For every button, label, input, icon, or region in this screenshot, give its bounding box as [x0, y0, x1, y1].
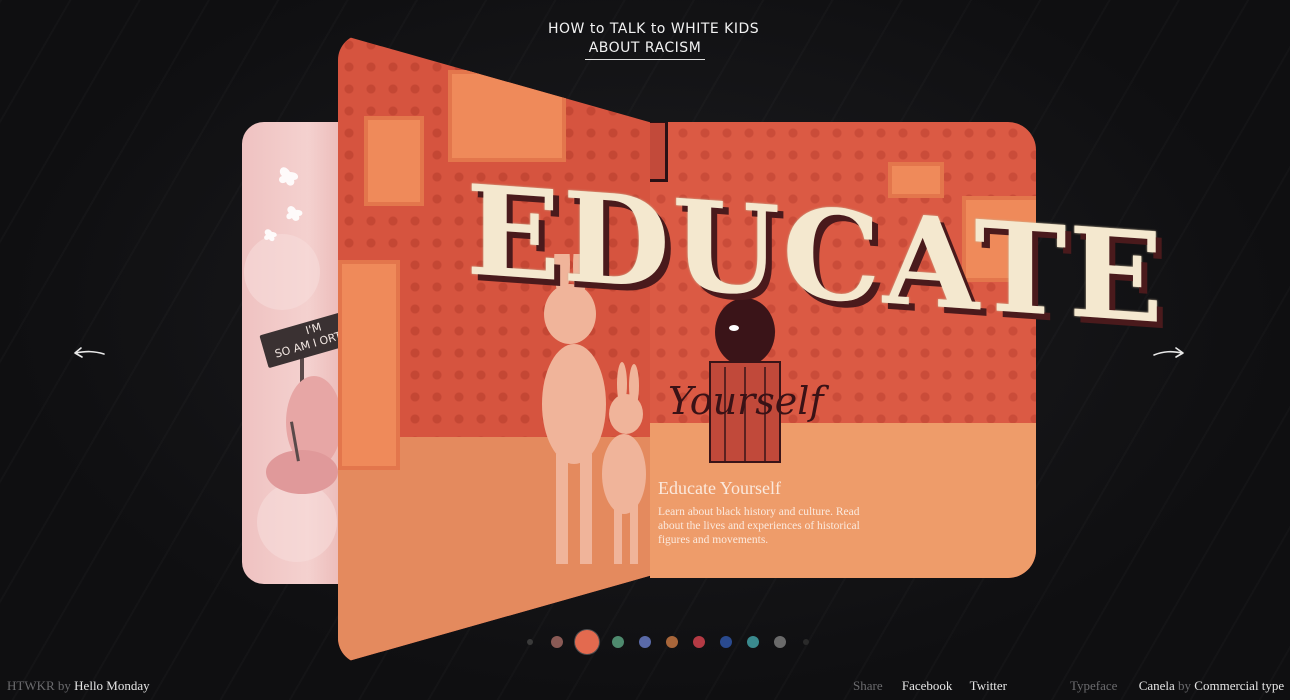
share-label: Share	[853, 678, 883, 693]
foundry-link[interactable]: Commercial type	[1194, 678, 1284, 693]
typeface-font-link[interactable]: Canela	[1139, 678, 1175, 693]
typeface-by: by	[1178, 678, 1192, 693]
page-dot[interactable]	[638, 636, 651, 648]
previous-page-button[interactable]	[72, 342, 106, 364]
wall-frame	[448, 70, 566, 162]
educate-lettering: EDUCATE	[466, 158, 1166, 353]
page-dot[interactable]	[746, 636, 759, 648]
wall-frame	[364, 116, 424, 206]
page-dot[interactable]	[773, 636, 786, 648]
left-page	[338, 34, 650, 664]
yourself-script-lettering: Yourself	[668, 379, 824, 423]
credits-by: by	[57, 678, 71, 693]
page-dot[interactable]	[665, 636, 678, 648]
spread-description: Learn about black history and culture. R…	[658, 506, 860, 546]
studio-link[interactable]: Hello Monday	[74, 678, 149, 693]
footer-credits: HTWKR by Hello Monday	[7, 678, 150, 694]
page-dot-active[interactable]	[575, 630, 599, 654]
twitter-share-link[interactable]: Twitter	[970, 678, 1007, 693]
previous-spread-page[interactable]: I'M SO AM I ORTA	[242, 122, 352, 584]
arrow-left-icon	[74, 347, 105, 358]
page-dot[interactable]	[719, 636, 732, 648]
page-dot[interactable]	[611, 636, 624, 648]
page-dots-nav	[517, 629, 819, 655]
page-dot[interactable]	[803, 639, 809, 645]
spread-title: Educate Yourself	[658, 478, 781, 498]
page-dot[interactable]	[692, 636, 705, 648]
footer-share: Share Facebook Twitter	[853, 678, 1007, 694]
site-abbreviation: HTWKR	[7, 678, 55, 693]
typeface-label: Typeface	[1070, 678, 1118, 693]
book-spread[interactable]: EDUCATE Yourself Educate Yourself Learn …	[338, 34, 1166, 664]
facebook-share-link[interactable]: Facebook	[902, 678, 953, 693]
wall-frame	[338, 260, 400, 470]
page-dot[interactable]	[550, 636, 563, 648]
footer-typeface: Typeface Canela by Commercial type	[1070, 678, 1284, 694]
page-dot[interactable]	[527, 639, 533, 645]
